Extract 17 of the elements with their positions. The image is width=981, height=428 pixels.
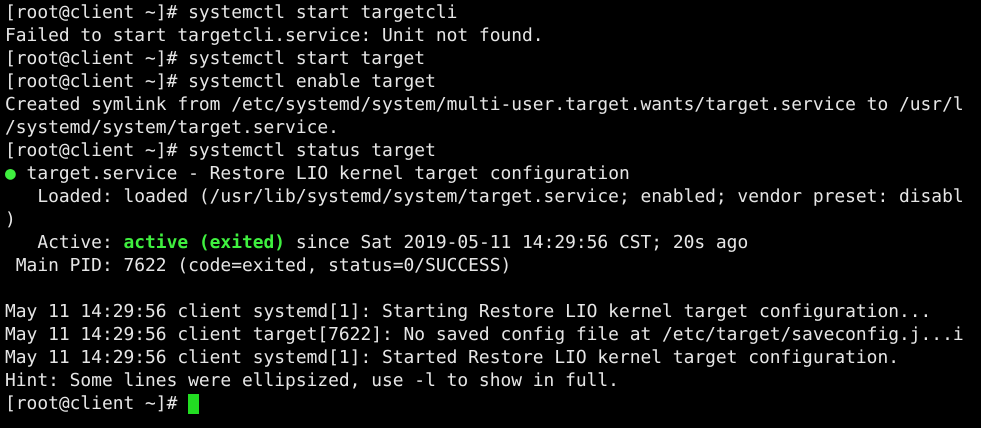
terminal-line: )	[5, 208, 16, 231]
terminal-line: Main PID: 7622 (code=exited, status=0/SUCCESS)	[14, 254, 512, 277]
terminal-line: Failed to start targetcli.service: Unit not found.	[5, 24, 544, 47]
terminal-line: [root@client ~]# systemctl start targetcli	[5, 1, 458, 24]
terminal-line: ● target.service - Restore LIO kernel target configuration	[5, 162, 630, 185]
terminal-line: Created symlink from /etc/systemd/system/multi-user.target.wants/target.service to /usr/l	[5, 93, 964, 116]
terminal-line: May 11 14:29:56 client systemd[1]: Starting Restore LIO kernel target configuration...	[5, 300, 932, 323]
terminal-line: [root@client ~]# systemctl status target	[5, 139, 436, 162]
terminal-line: [root@client ~]# systemctl enable target	[5, 70, 436, 93]
terminal-line: Active: active (exited) since Sat 2019-05-11 14:29:56 CST; 20s ago	[36, 231, 748, 254]
terminal-line: Hint: Some lines were ellipsized, use -l to show in full.	[5, 369, 619, 392]
terminal-line: May 11 14:29:56 client target[7622]: No saved config file at /etc/target/saveconfig.j...i	[5, 323, 964, 346]
terminal-line: [root@client ~]# systemctl start target	[5, 47, 426, 70]
terminal-line: /systemd/system/target.service.	[5, 116, 339, 139]
terminal-line: May 11 14:29:56 client systemd[1]: Started Restore LIO kernel target configuration.	[5, 346, 899, 369]
terminal-line: Loaded: loaded (/usr/lib/systemd/system/target.service; enabled; vendor preset: disabl	[36, 185, 964, 208]
terminal-line: [root@client ~]#	[5, 392, 178, 415]
